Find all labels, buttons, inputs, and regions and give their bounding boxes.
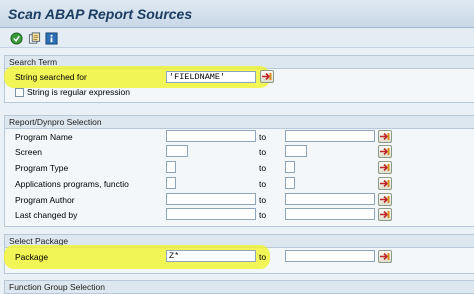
to-label: to bbox=[259, 147, 267, 157]
last-changed-by-label: Last changed by bbox=[15, 210, 78, 220]
page-title: Scan ABAP Report Sources bbox=[8, 6, 193, 22]
execute-icon[interactable] bbox=[9, 31, 23, 45]
program-name-from-field[interactable] bbox=[166, 130, 256, 142]
application-programs-multiple-selection-button[interactable] bbox=[378, 177, 392, 190]
program-author-to-field[interactable] bbox=[285, 193, 375, 205]
program-type-from-field[interactable] bbox=[166, 161, 176, 173]
program-author-from-field[interactable] bbox=[166, 193, 256, 205]
program-name-multiple-selection-button[interactable] bbox=[378, 130, 392, 143]
last-changed-by-multiple-selection-button[interactable] bbox=[378, 208, 392, 221]
regex-checkbox[interactable] bbox=[15, 88, 24, 97]
screen-multiple-selection-button[interactable] bbox=[378, 145, 392, 158]
program-name-label: Program Name bbox=[15, 132, 73, 142]
application-programs-label: Applications programs, functio bbox=[15, 179, 129, 189]
search-string-field[interactable]: 'FIELDNAME' bbox=[166, 71, 256, 83]
package-from-field[interactable]: Z* bbox=[166, 250, 256, 262]
function-group-header: Function Group Selection bbox=[5, 281, 474, 294]
variant-icon[interactable] bbox=[27, 31, 41, 45]
last-changed-by-from-field[interactable] bbox=[166, 208, 256, 220]
string-searched-label: String searched for bbox=[15, 72, 87, 82]
multiple-selection-button[interactable] bbox=[260, 70, 274, 83]
program-author-multiple-selection-button[interactable] bbox=[378, 193, 392, 206]
package-multiple-selection-button[interactable] bbox=[378, 250, 392, 263]
screen-to-field[interactable] bbox=[285, 145, 307, 157]
screen-from-field[interactable] bbox=[166, 145, 188, 157]
to-label: to bbox=[259, 179, 267, 189]
to-label: to bbox=[259, 132, 267, 142]
report-selection-header: Report/Dynpro Selection bbox=[5, 116, 474, 129]
info-icon[interactable] bbox=[44, 31, 58, 45]
to-label: to bbox=[259, 195, 267, 205]
to-label: to bbox=[259, 163, 267, 173]
package-to-field[interactable] bbox=[285, 250, 375, 262]
last-changed-by-to-field[interactable] bbox=[285, 208, 375, 220]
function-group-group: Function Group Selection bbox=[4, 280, 474, 294]
program-type-multiple-selection-button[interactable] bbox=[378, 161, 392, 174]
screen-label: Screen bbox=[15, 147, 42, 157]
regex-label: String is regular expression bbox=[27, 87, 130, 97]
to-label: to bbox=[259, 210, 267, 220]
application-programs-to-field[interactable] bbox=[285, 177, 295, 189]
program-type-to-field[interactable] bbox=[285, 161, 295, 173]
program-type-label: Program Type bbox=[15, 163, 69, 173]
program-name-to-field[interactable] bbox=[285, 130, 375, 142]
to-label: to bbox=[259, 252, 267, 262]
application-programs-from-field[interactable] bbox=[166, 177, 176, 189]
package-label: Package bbox=[15, 252, 49, 262]
title-bar: Scan ABAP Report Sources bbox=[0, 0, 474, 28]
program-author-label: Program Author bbox=[15, 195, 75, 205]
application-toolbar bbox=[0, 28, 474, 48]
